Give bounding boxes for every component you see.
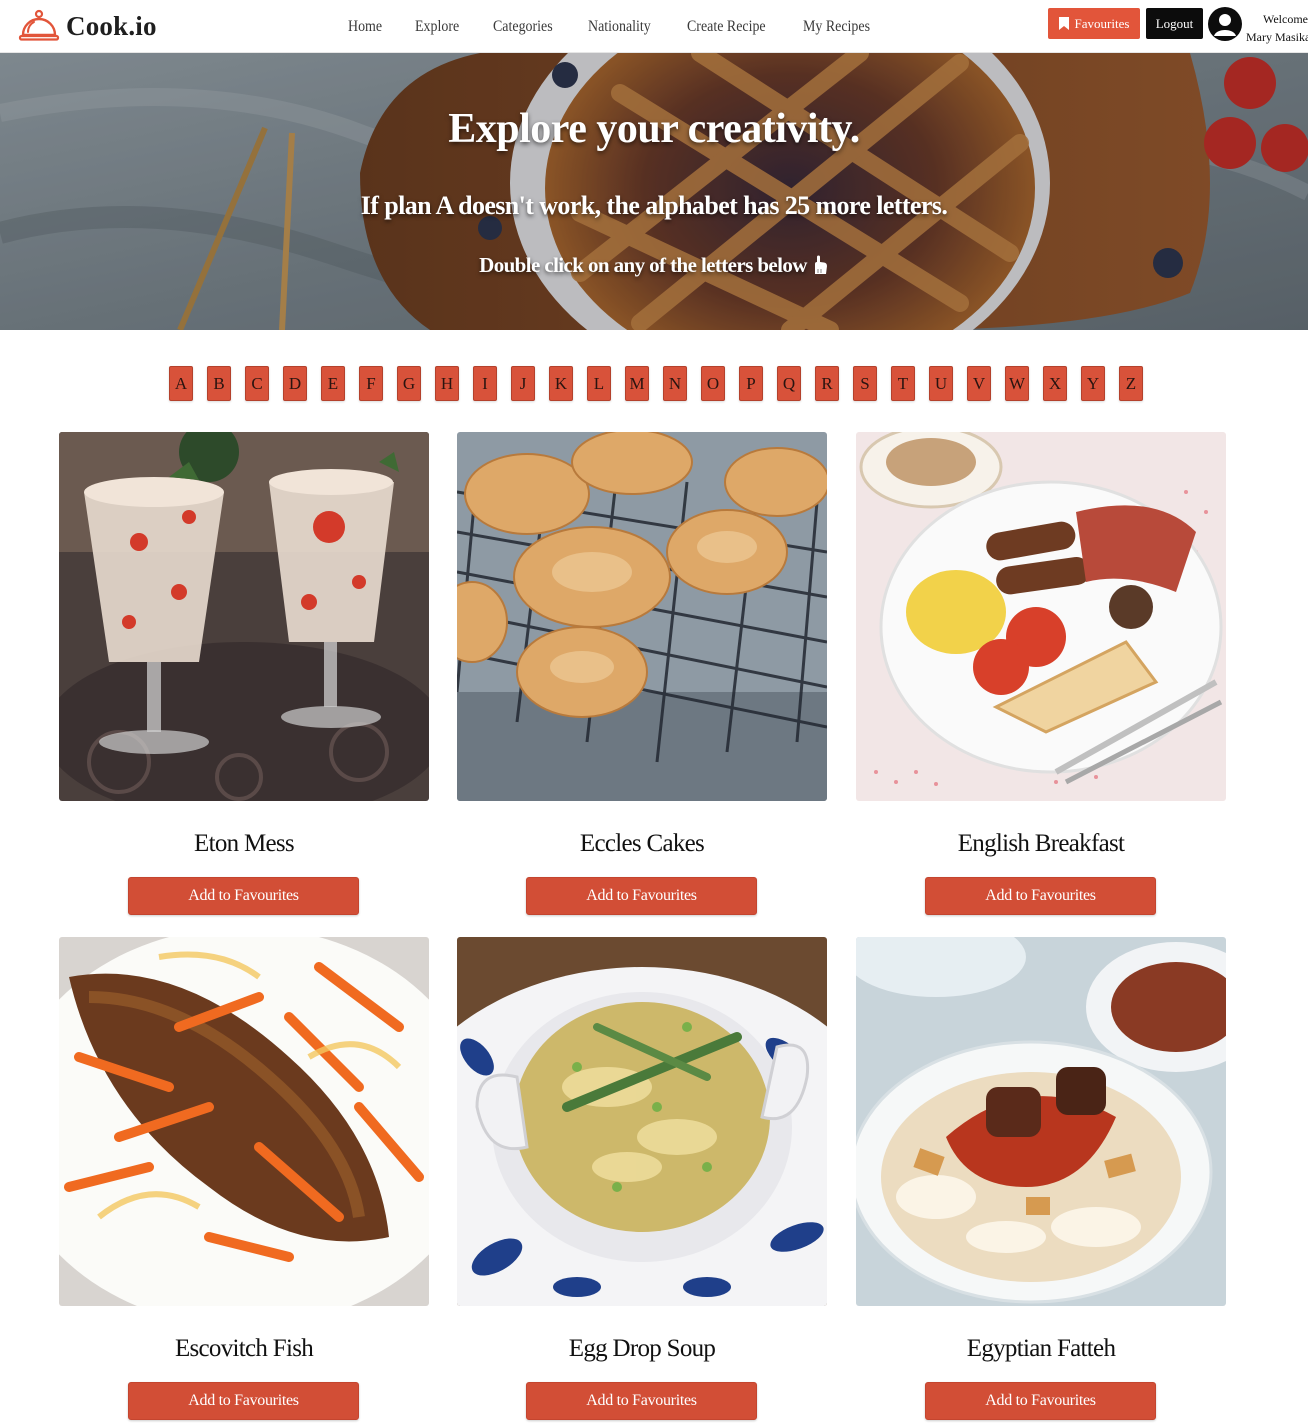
site-header: Cook.io Home Explore Categories National… — [0, 0, 1308, 53]
user-avatar-icon[interactable] — [1208, 7, 1242, 41]
logo-text: Cook.io — [66, 10, 157, 41]
letter-v[interactable]: V — [967, 366, 991, 401]
letter-z[interactable]: Z — [1119, 366, 1143, 401]
nav-categories[interactable]: Categories — [493, 18, 553, 36]
recipe-title: Eton Mess — [194, 830, 295, 857]
letter-h[interactable]: H — [435, 366, 459, 401]
add-to-favourites-button[interactable]: Add to Favourites — [128, 1382, 359, 1420]
nav-create-recipe[interactable]: Create Recipe — [687, 18, 766, 36]
recipe-title: Eccles Cakes — [579, 830, 705, 857]
hero-hint: Double click on any of the letters below — [0, 253, 1308, 278]
letter-b[interactable]: B — [207, 366, 231, 401]
recipe-image-eccles-cakes[interactable] — [457, 432, 827, 801]
add-to-favourites-button[interactable]: Add to Favourites — [526, 877, 757, 915]
letter-t[interactable]: T — [891, 366, 915, 401]
recipe-image-escovitch-fish[interactable] — [59, 937, 429, 1306]
hero-subtitle: If plan A doesn't work, the alphabet has… — [360, 191, 948, 220]
favourites-label: Favourites — [1074, 15, 1130, 31]
favourites-button[interactable]: Favourites — [1048, 8, 1140, 39]
user-name: Mary Masika — [1246, 30, 1308, 44]
letter-w[interactable]: W — [1005, 366, 1029, 401]
letter-r[interactable]: R — [815, 366, 839, 401]
recipe-title: Egyptian Fatteh — [966, 1335, 1116, 1362]
letter-a[interactable]: A — [169, 366, 193, 401]
letter-s[interactable]: S — [853, 366, 877, 401]
logout-button[interactable]: Logout — [1146, 8, 1203, 39]
add-to-favourites-button[interactable]: Add to Favourites — [526, 1382, 757, 1420]
hero-title: Explore your creativity. — [448, 106, 860, 152]
main-nav: Home Explore Categories Nationality Crea… — [348, 0, 907, 53]
nav-my-recipes[interactable]: My Recipes — [803, 18, 870, 36]
letter-q[interactable]: Q — [777, 366, 801, 401]
nav-nationality[interactable]: Nationality — [588, 18, 651, 36]
add-to-favourites-button[interactable]: Add to Favourites — [128, 877, 359, 915]
letter-e[interactable]: E — [321, 366, 345, 401]
letter-n[interactable]: N — [663, 366, 687, 401]
nav-explore[interactable]: Explore — [415, 18, 459, 36]
letter-u[interactable]: U — [929, 366, 953, 401]
letter-m[interactable]: M — [625, 366, 649, 401]
recipe-image-eton-mess[interactable] — [59, 432, 429, 801]
recipe-image-egg-drop-soup[interactable] — [457, 937, 827, 1306]
welcome-label: Welcome — [1262, 12, 1308, 26]
letter-k[interactable]: K — [549, 366, 573, 401]
letter-c[interactable]: C — [245, 366, 269, 401]
letter-j[interactable]: J — [511, 366, 535, 401]
recipe-title: Egg Drop Soup — [568, 1335, 716, 1362]
letter-d[interactable]: D — [283, 366, 307, 401]
bookmark-icon — [1058, 17, 1069, 30]
hero-banner: Explore your creativity. If plan A doesn… — [0, 53, 1308, 330]
recipe-title: Escovitch Fish — [174, 1335, 314, 1362]
add-to-favourites-button[interactable]: Add to Favourites — [925, 877, 1156, 915]
welcome-block: Welcome Mary Masika — [1246, 10, 1308, 50]
letter-o[interactable]: O — [701, 366, 725, 401]
recipe-image-egyptian-fatteh[interactable] — [856, 937, 1226, 1306]
letter-p[interactable]: P — [739, 366, 763, 401]
logo[interactable]: Cook.io — [18, 8, 157, 44]
recipe-image-english-breakfast[interactable] — [856, 432, 1226, 801]
letter-x[interactable]: X — [1043, 366, 1067, 401]
letter-g[interactable]: G — [397, 366, 421, 401]
recipe-title: English Breakfast — [957, 830, 1125, 857]
nav-home[interactable]: Home — [348, 18, 382, 36]
alphabet-filter: A B C D E F G H I J K L M N O P Q R S T … — [0, 366, 1308, 402]
letter-f[interactable]: F — [359, 366, 383, 401]
hero-hint-text: Double click on any of the letters below — [479, 253, 807, 277]
letter-y[interactable]: Y — [1081, 366, 1105, 401]
pointing-hand-icon — [814, 255, 827, 274]
add-to-favourites-button[interactable]: Add to Favourites — [925, 1382, 1156, 1420]
letter-l[interactable]: L — [587, 366, 611, 401]
cloche-icon — [18, 9, 60, 41]
letter-i[interactable]: I — [473, 366, 497, 401]
